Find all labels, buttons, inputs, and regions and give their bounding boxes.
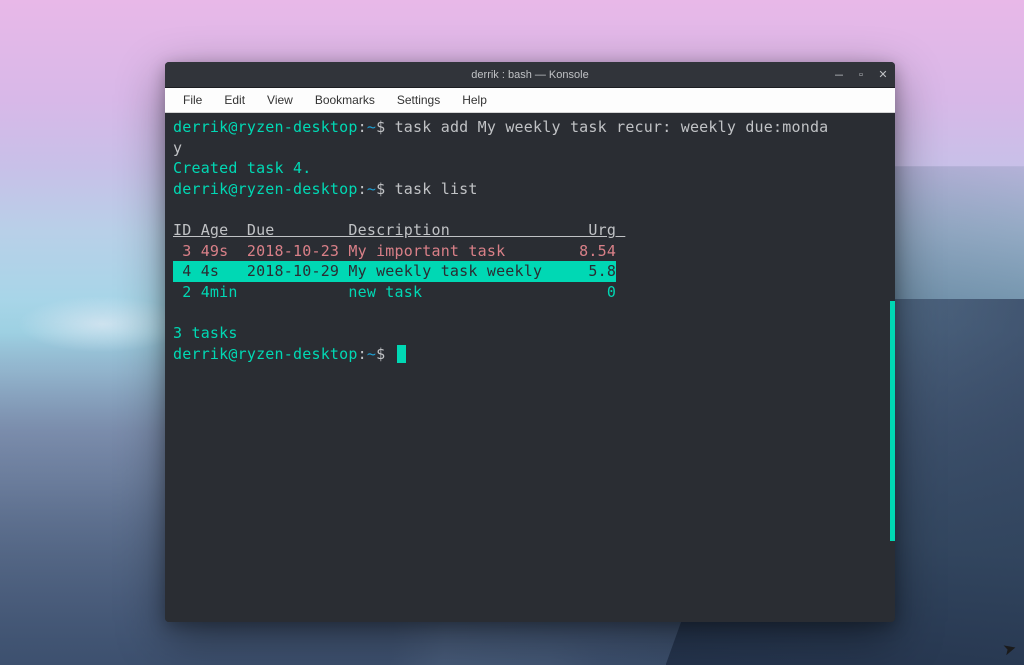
blank-2 — [173, 302, 887, 323]
prompt-line-3: derrik@ryzen-desktop:~$ — [173, 344, 887, 365]
command-1b-wrap: y — [173, 138, 887, 159]
cursor-icon — [397, 345, 406, 363]
window-title: derrik : bash — Konsole — [471, 69, 588, 81]
table-header: ID Age Due Description Urg — [173, 220, 887, 241]
prompt-line-2: derrik@ryzen-desktop:~$ task list — [173, 179, 887, 200]
menu-settings[interactable]: Settings — [387, 90, 450, 110]
konsole-window: derrik : bash — Konsole － ▫ ✕ File Edit … — [165, 62, 895, 622]
command-2: task list — [395, 180, 478, 198]
menu-view[interactable]: View — [257, 90, 303, 110]
menu-edit[interactable]: Edit — [214, 90, 255, 110]
menubar: File Edit View Bookmarks Settings Help — [165, 88, 895, 113]
prompt-user: derrik@ryzen-desktop — [173, 118, 358, 136]
minimize-button[interactable]: － — [833, 69, 845, 81]
command-1a: task add My weekly task recur: weekly du… — [395, 118, 829, 136]
terminal-area[interactable]: derrik@ryzen-desktop:~$ task add My week… — [165, 113, 895, 622]
table-row: 2 4min new task 0 — [173, 282, 887, 303]
output-created: Created task 4. — [173, 158, 887, 179]
table-row: 4 4s 2018-10-29 My weekly task weekly 5.… — [173, 261, 887, 282]
scrollbar[interactable] — [890, 301, 895, 541]
maximize-button[interactable]: ▫ — [855, 69, 867, 81]
highlighted-row: 4 4s 2018-10-29 My weekly task weekly 5.… — [173, 261, 616, 282]
prompt-dollar: $ — [376, 118, 385, 136]
close-button[interactable]: ✕ — [877, 69, 889, 81]
command-1b: y — [173, 139, 182, 157]
menu-help[interactable]: Help — [452, 90, 497, 110]
prompt-line-1: derrik@ryzen-desktop:~$ task add My week… — [173, 117, 887, 138]
prompt-colon: : — [358, 118, 367, 136]
window-titlebar[interactable]: derrik : bash — Konsole － ▫ ✕ — [165, 62, 895, 88]
summary-line: 3 tasks — [173, 323, 887, 344]
prompt-path: ~ — [367, 118, 376, 136]
blank-1 — [173, 199, 887, 220]
window-controls: － ▫ ✕ — [833, 69, 889, 81]
menu-file[interactable]: File — [173, 90, 212, 110]
table-row: 3 49s 2018-10-23 My important task 8.54 — [173, 241, 887, 262]
menu-bookmarks[interactable]: Bookmarks — [305, 90, 385, 110]
